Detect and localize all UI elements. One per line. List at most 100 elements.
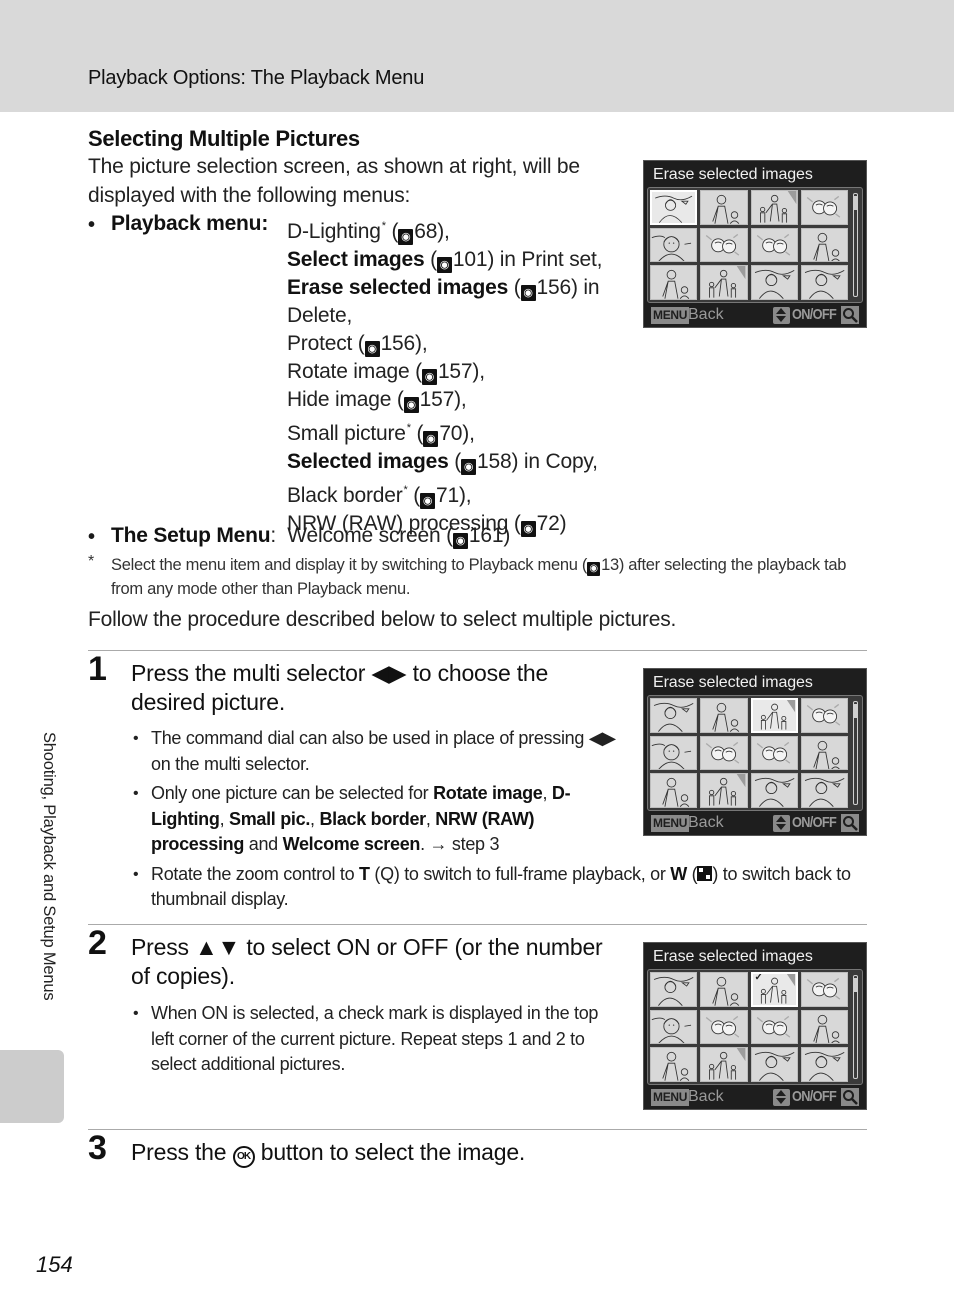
thumbnail[interactable] [700,698,748,733]
screen-title: Erase selected images [653,166,813,183]
thumbnail[interactable] [700,1009,748,1045]
thumbnail[interactable] [700,735,748,771]
scrollbar[interactable] [853,975,858,1079]
reference-icon: ◉ [436,257,452,273]
reference-icon: ◉ [423,431,439,447]
menu-button-icon: MENU [651,307,690,324]
footnote-marker: * [381,220,386,232]
reference-icon: ◉ [364,341,380,357]
menu-button-icon: MENU [651,1089,690,1106]
thumbnail[interactable] [700,773,748,808]
scrollbar[interactable] [853,193,858,297]
thumbnail[interactable] [750,698,798,733]
thumbnail[interactable] [650,1009,698,1045]
thumbnail[interactable] [800,190,848,225]
thumbnail-grid-frame [647,187,863,303]
setup-menu-label: The Setup Menu [111,524,271,547]
chapter-side-label: Shooting, Playback and Setup Menus [40,732,58,1001]
thumbnail[interactable] [650,698,698,733]
reference-icon: ◉ [452,533,468,549]
thumbnail[interactable] [650,972,698,1007]
thumbnail[interactable] [750,190,798,225]
on-off-label: ON/OFF [792,1088,837,1105]
left-right-arrows-icon: ◀▶ [371,660,407,686]
scrollbar-thumb[interactable] [854,196,857,210]
step-number: 2 [88,924,107,962]
thumbnail[interactable] [700,265,748,300]
back-label: Back [688,306,724,323]
step-2-notes: When ON is selected, a check mark is dis… [131,1001,621,1082]
thumbnail[interactable] [800,1047,848,1082]
header-band: Playback Options: The Playback Menu [0,0,954,112]
page-number: 154 [36,1252,73,1277]
section-title: Selecting Multiple Pictures [88,126,360,151]
chapter-tab [0,1050,64,1123]
thumbnail[interactable] [750,265,798,300]
thumbnail-grid-frame: ✓ [647,969,863,1085]
thumbnail[interactable] [800,1009,848,1045]
divider [88,650,867,651]
reference-icon: ◉ [520,521,536,537]
up-down-arrows-icon: ▲▼ [194,934,241,960]
divider [88,924,867,925]
reference-icon: ◉ [398,229,414,245]
reference-icon: ◉ [461,459,477,475]
thumbnail[interactable] [700,227,748,263]
magnifier-icon [841,1088,859,1106]
step-2-title: Press ▲▼ to select ON or OFF (or the num… [131,934,603,989]
thumbnail[interactable] [650,190,698,225]
up-down-icon [773,1089,790,1106]
menu-button-icon: MENU [651,815,690,832]
thumbnail[interactable] [650,265,698,300]
magnifier-icon [841,306,859,324]
intro-text: The picture selection screen, as shown a… [88,155,580,207]
ok-button-icon: OK [232,1146,255,1168]
scrollbar-thumb[interactable] [854,704,857,718]
thumbnail[interactable] [700,190,748,225]
footnote-marker: * [406,422,411,434]
thumbnail[interactable] [650,773,698,808]
playback-menu-item: Small picture* (◉ 70), [287,422,475,447]
thumbnail[interactable] [750,227,798,263]
playback-menu-item: Black border* (◉ 71), [287,484,472,509]
thumbnail[interactable] [750,1009,798,1045]
camera-screen: Erase selected images MENU Back ON/OFF [643,160,867,328]
thumbnail[interactable] [650,227,698,263]
thumbnail[interactable] [650,735,698,771]
thumbnail[interactable] [750,773,798,808]
thumbnail[interactable] [800,227,848,263]
scrollbar-thumb[interactable] [854,978,857,992]
thumbnail[interactable] [750,1047,798,1082]
screen-title: Erase selected images [653,674,813,691]
bullet: • [88,526,96,548]
thumbnail[interactable] [800,698,848,733]
thumbnail-grid: ✓ [650,972,848,1082]
screen-footer: MENU Back ON/OFF [644,1087,866,1109]
back-label: Back [688,814,724,831]
thumbnail[interactable]: ✓ [750,972,798,1007]
playback-menu-item: Erase selected images (◉ 156) in Delete, [287,276,600,327]
screen-footer: MENU Back ON/OFF [644,305,866,327]
scrollbar[interactable] [853,701,858,805]
thumbnail[interactable] [700,972,748,1007]
up-down-icon [773,815,790,832]
reference-icon: ◉ [403,397,419,413]
thumbnail[interactable] [800,735,848,771]
footnote-marker: * [403,484,408,496]
camera-screen: Erase selected images MENU Back ON/OFF [643,668,867,836]
thumbnail[interactable] [800,972,848,1007]
playback-menu-item: Protect (◉ 156), [287,332,428,357]
thumbnail[interactable] [650,1047,698,1082]
magnifier-icon [841,814,859,832]
thumbnail[interactable] [700,1047,748,1082]
setup-menu-line: The Setup Menu: Welcome screen (◉ 161) [111,524,511,549]
playback-menu-item: D-Lighting* (◉ 68), [287,220,450,245]
reference-icon: ◉ [520,285,536,301]
screen-title: Erase selected images [653,948,813,965]
thumbnail[interactable] [800,773,848,808]
note: Rotate the zoom control to T (Q) to swit… [131,862,871,913]
thumbnail[interactable] [750,735,798,771]
zoom-in-icon: Q [380,863,394,884]
step-1-title: Press the multi selector ◀▶ to choose th… [131,660,549,715]
thumbnail[interactable] [800,265,848,300]
